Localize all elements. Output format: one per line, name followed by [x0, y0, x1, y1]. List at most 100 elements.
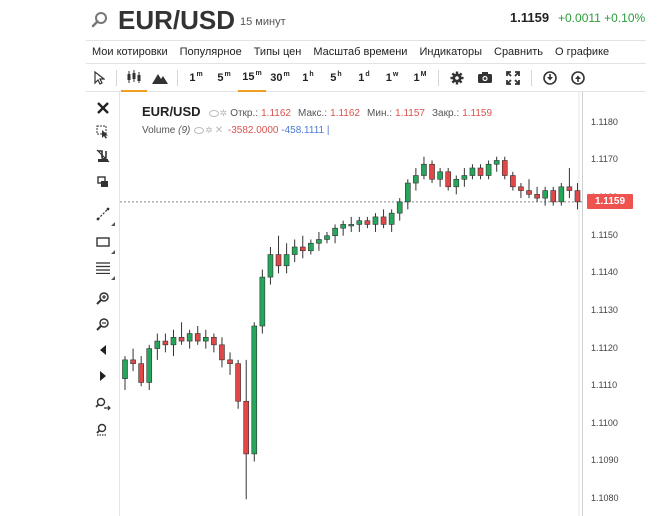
header: EUR/USD 15 минут 1.1159 +0.0011 +0.10%	[0, 0, 665, 40]
close-icon[interactable]: ✕	[215, 125, 223, 136]
low-label: Мин.:	[367, 108, 393, 119]
candle-body	[518, 186, 524, 191]
candle-body	[501, 160, 508, 176]
candle	[291, 239, 298, 263]
tf-30m-button[interactable]: 30 m	[266, 64, 294, 92]
candle-body	[356, 220, 363, 225]
remove-drawings-button[interactable]	[93, 98, 113, 118]
close-icon	[97, 102, 109, 114]
fullscreen-button[interactable]	[499, 64, 527, 92]
menu-popular[interactable]: Популярное	[174, 46, 248, 58]
menu-indicators[interactable]: Индикаторы	[413, 46, 488, 58]
tf-1M-button[interactable]: 1M	[406, 64, 434, 92]
candle	[542, 186, 548, 206]
low-value: 1.1157	[395, 108, 425, 119]
eye-icon[interactable]	[194, 127, 205, 134]
timeframe-number: 15	[242, 70, 255, 83]
candle	[566, 167, 573, 199]
price-axis-label: 1.1110	[591, 380, 618, 391]
candle	[429, 160, 435, 184]
candle	[203, 329, 209, 349]
gear-icon[interactable]: ✲	[205, 125, 213, 136]
cursor-tool-button[interactable]	[86, 64, 112, 92]
candle-body	[364, 220, 371, 225]
candle-body	[542, 190, 548, 199]
tf-5h-button[interactable]: 5h	[322, 64, 350, 92]
select-cursor-icon	[96, 125, 108, 139]
tf-1h-button[interactable]: 1h	[294, 64, 322, 92]
gear-icon[interactable]: ✲	[220, 108, 228, 119]
zoom-out-button[interactable]	[93, 314, 113, 334]
candle-body	[267, 254, 274, 278]
search-icon[interactable]	[90, 10, 110, 30]
candle-body	[429, 163, 435, 180]
zoom-in-icon	[96, 292, 109, 305]
candle-body	[477, 167, 484, 176]
candle	[299, 235, 306, 259]
magnet-button[interactable]	[93, 146, 113, 166]
tf-15m-button[interactable]: 15 m	[238, 64, 266, 92]
high-value: 1.1162	[330, 108, 360, 119]
mountain-icon	[152, 73, 168, 84]
fib-levels-button[interactable]	[93, 258, 115, 280]
candle	[534, 186, 540, 202]
zoom-reset-alt-button[interactable]	[93, 420, 113, 440]
candle-body	[510, 175, 516, 188]
area-type-button[interactable]	[147, 64, 173, 92]
candle-body	[138, 363, 144, 383]
tf-1m-button[interactable]: 1m	[182, 64, 210, 92]
candle-body	[380, 216, 387, 225]
horizontal-lines-icon	[96, 262, 110, 274]
timeframe-unit: d	[365, 71, 370, 78]
menu-time-scale[interactable]: Масштаб времени	[307, 46, 413, 58]
candle	[518, 183, 524, 199]
candles-type-button[interactable]	[121, 64, 147, 92]
interval-label: 15 минут	[240, 16, 286, 28]
tf-1d-button[interactable]: 1d	[350, 64, 378, 92]
snapshot-button[interactable]	[471, 64, 499, 92]
timeframe-number: 5	[217, 71, 224, 84]
candle	[421, 156, 427, 180]
timeframe-number: 1	[189, 71, 196, 84]
zoom-in-button[interactable]	[93, 288, 113, 308]
candle	[437, 167, 443, 187]
toolbar-divider	[438, 69, 439, 86]
candle	[372, 213, 379, 232]
download-button[interactable]	[536, 64, 564, 92]
menu-about-chart[interactable]: О графике	[549, 46, 615, 58]
price-axis[interactable]: 1.11801.11701.11601.11501.11401.11301.11…	[582, 92, 646, 516]
candlestick-chart[interactable]	[120, 92, 582, 516]
select-drawing-button[interactable]	[93, 122, 113, 142]
tf-1w-button[interactable]: 1w	[378, 64, 406, 92]
rectangle-button[interactable]	[93, 232, 115, 254]
tf-5m-button[interactable]: 5m	[210, 64, 238, 92]
candle	[316, 231, 322, 251]
timeframe-unit: m	[283, 71, 290, 78]
candle	[332, 224, 338, 244]
high-label: Макс.:	[298, 108, 328, 119]
eye-icon[interactable]	[208, 109, 219, 117]
scroll-right-button[interactable]	[93, 366, 113, 386]
candle	[170, 329, 177, 357]
zoom-reset-button[interactable]	[93, 394, 113, 414]
scroll-left-button[interactable]	[93, 340, 113, 360]
candle-body	[421, 163, 427, 176]
menu-price-types[interactable]: Типы цен	[248, 46, 308, 58]
candle-body	[259, 276, 266, 327]
magnet-icon	[96, 149, 110, 163]
menu-my-quotes[interactable]: Мои котировки	[86, 46, 174, 58]
upload-button[interactable]	[564, 64, 592, 92]
candle-body	[340, 224, 346, 229]
open-label: Откр.:	[230, 108, 259, 119]
menu-compare[interactable]: Сравнить	[488, 46, 549, 58]
settings-button[interactable]	[443, 64, 471, 92]
timeframe-unit: h	[337, 71, 342, 78]
trend-line-button[interactable]	[93, 204, 115, 226]
candle-body	[550, 190, 557, 203]
layers-button[interactable]	[93, 172, 113, 192]
timeframe-group: 1 m 5 m 15 m 30 m 1 h 5 h 1 d 1 w 1 M	[182, 64, 434, 92]
candle-body	[485, 163, 492, 176]
candle-body	[154, 340, 161, 349]
close-label: Закр.:	[432, 108, 460, 119]
candle-body	[461, 175, 468, 180]
